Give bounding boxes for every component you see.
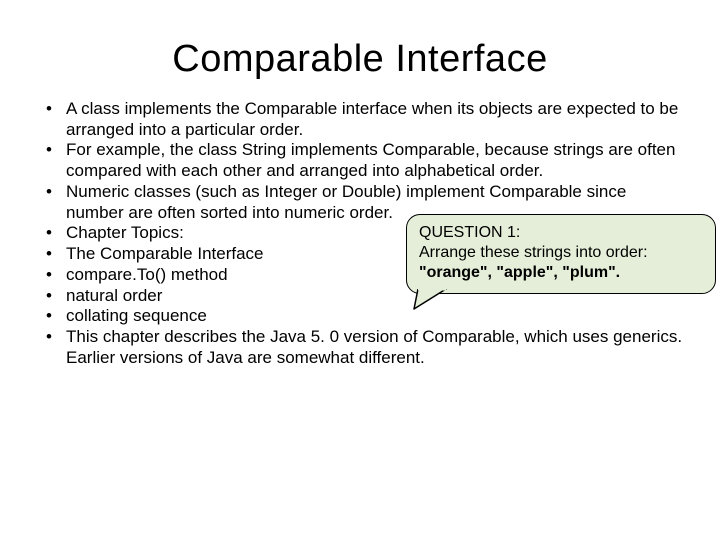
list-item: This chapter describes the Java 5. 0 ver… [36,327,684,368]
question-callout: QUESTION 1: Arrange these strings into o… [406,214,716,294]
list-item: For example, the class String implements… [36,140,684,181]
callout-line: "orange", "apple", "plum". [419,263,703,283]
list-item: collating sequence [36,306,684,327]
callout-box: QUESTION 1: Arrange these strings into o… [406,214,716,294]
slide: Comparable Interface A class implements … [0,38,720,540]
list-item: A class implements the Comparable interf… [36,99,684,140]
content-area: A class implements the Comparable interf… [36,99,684,369]
callout-heading: QUESTION 1: [419,223,703,243]
callout-strings: "orange", "apple", "plum". [419,264,620,281]
page-title: Comparable Interface [0,38,720,81]
callout-line: Arrange these strings into order: [419,243,703,263]
